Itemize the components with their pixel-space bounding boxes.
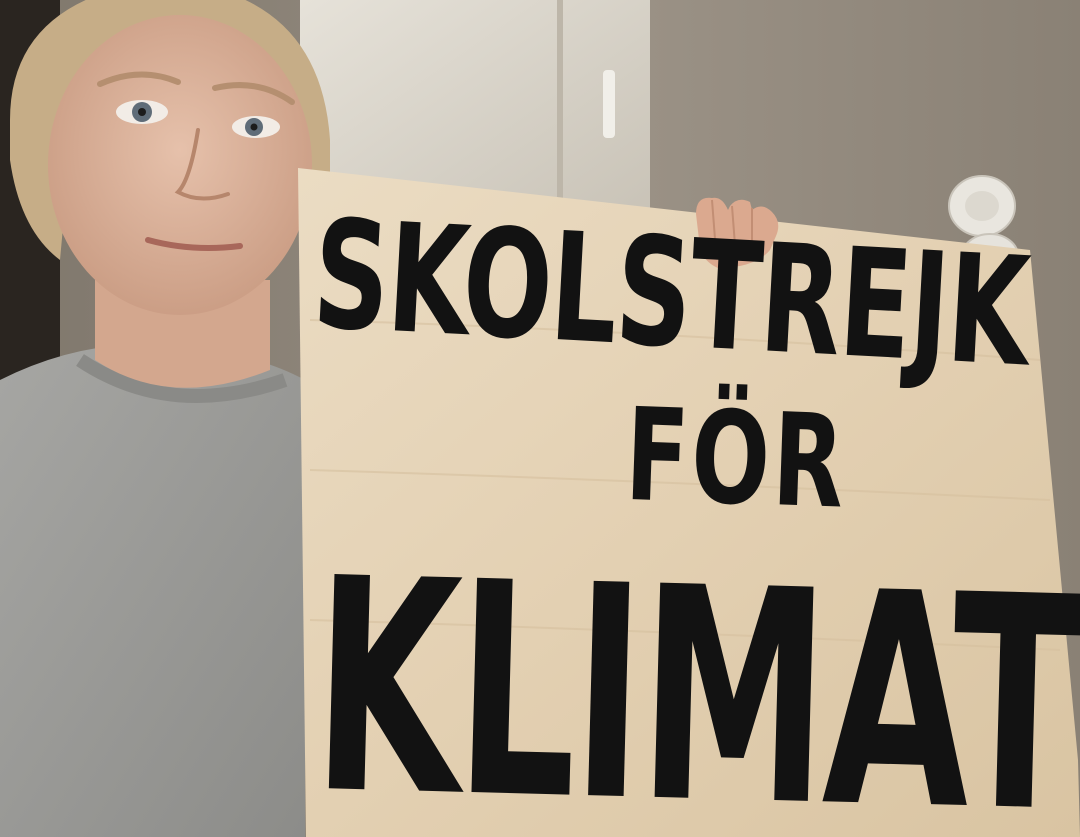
face [48, 15, 312, 315]
right-eye [232, 116, 280, 138]
left-eye [116, 100, 168, 124]
sign-line-1: SKOLSTREJK [309, 188, 1033, 401]
sign-line-3: KLIMATET [309, 515, 1080, 837]
sweater [0, 344, 305, 837]
photo-scene: SKOLSTREJK FÖR KLIMATET [0, 0, 1080, 837]
door-latch [603, 70, 615, 138]
sign-line-2: FÖR [623, 381, 850, 538]
